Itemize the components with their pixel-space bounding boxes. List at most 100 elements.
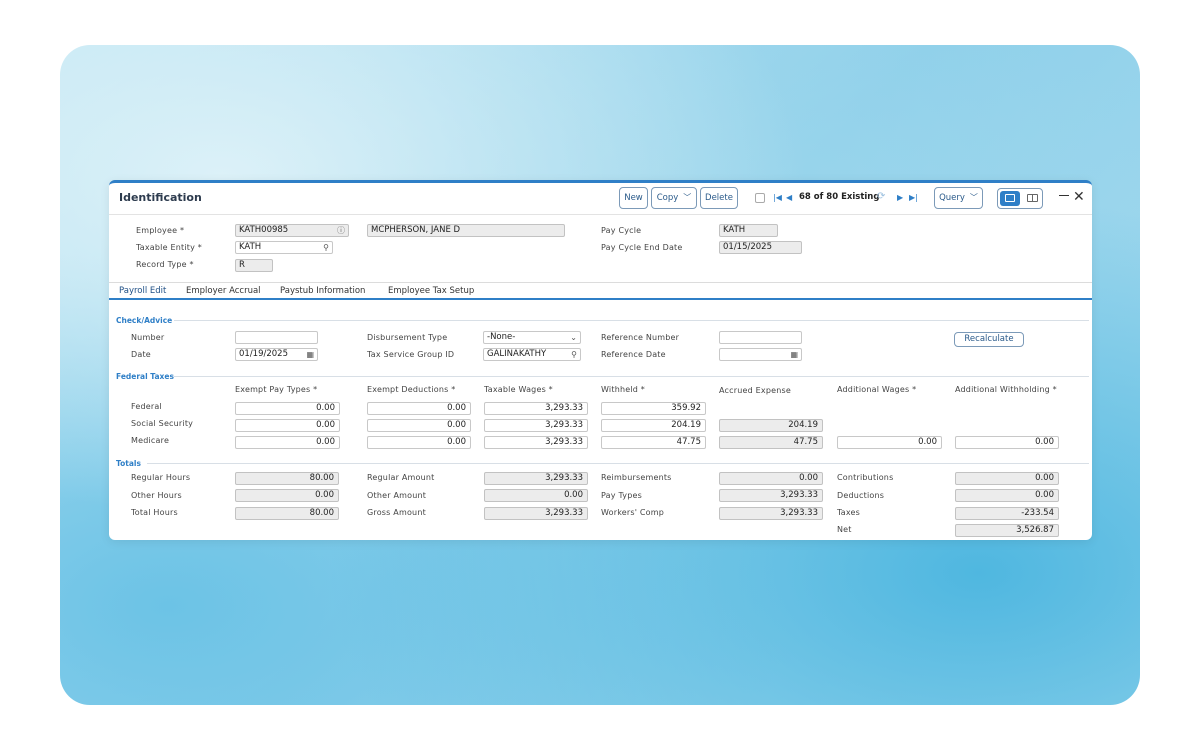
- federal-taxes-section: Federal Taxes: [116, 372, 174, 381]
- medicare-exempt-pay-field[interactable]: 0.00: [235, 436, 340, 449]
- section-divider: [147, 463, 1089, 464]
- pay-cycle-end-field: 01/15/2025: [719, 241, 802, 254]
- tab-payroll-edit[interactable]: Payroll Edit: [119, 286, 166, 296]
- pay-cycle-end-label: Pay Cycle End Date: [601, 243, 683, 252]
- workers-comp-field: 3,293.33: [719, 507, 823, 520]
- net-label: Net: [837, 525, 852, 534]
- query-button[interactable]: Query ﹀: [934, 187, 983, 209]
- reference-number-label: Reference Number: [601, 333, 680, 342]
- tax-service-group-field[interactable]: GALINAKATHY ⚲: [483, 348, 581, 361]
- info-icon[interactable]: ⓘ: [337, 225, 345, 236]
- ss-taxable-field[interactable]: 3,293.33: [484, 419, 588, 432]
- query-label: Query: [939, 193, 965, 203]
- medicare-accrued-field: 47.75: [719, 436, 823, 449]
- record-type-label: Record Type *: [136, 260, 194, 269]
- reference-date-field[interactable]: ▦: [719, 348, 802, 361]
- col-additional-wages: Additional Wages *: [837, 385, 917, 394]
- check-date-field[interactable]: 01/19/2025 ▦: [235, 348, 318, 361]
- row-federal-label: Federal: [131, 402, 162, 411]
- view-toggle: [997, 188, 1043, 209]
- federal-withheld-field[interactable]: 359.92: [601, 402, 706, 415]
- workers-comp-label: Workers' Comp: [601, 508, 665, 517]
- other-amount-field: 0.00: [484, 489, 588, 502]
- other-amount-label: Other Amount: [367, 491, 427, 500]
- reference-number-field[interactable]: [719, 331, 802, 344]
- delete-button[interactable]: Delete: [700, 187, 738, 209]
- federal-exempt-ded-field[interactable]: 0.00: [367, 402, 471, 415]
- date-label: Date: [131, 350, 151, 359]
- employee-id-field[interactable]: KATH00985 ⓘ: [235, 224, 349, 237]
- tab-bar: Payroll Edit Employer Accrual Paystub In…: [109, 282, 1092, 300]
- record-type-field[interactable]: R: [235, 259, 273, 272]
- pay-cycle-field: KATH: [719, 224, 778, 237]
- taxable-entity-field[interactable]: KATH ⚲: [235, 241, 333, 254]
- ss-exempt-ded-field[interactable]: 0.00: [367, 419, 471, 432]
- section-divider: [174, 376, 1089, 377]
- reimbursements-label: Reimbursements: [601, 473, 672, 482]
- tab-employee-tax-setup[interactable]: Employee Tax Setup: [388, 286, 474, 296]
- contributions-label: Contributions: [837, 473, 894, 482]
- total-hours-label: Total Hours: [131, 508, 178, 517]
- minimize-icon[interactable]: [1059, 186, 1069, 196]
- refresh-icon[interactable]: ⟳: [877, 191, 885, 202]
- previous-record-icon[interactable]: ◀: [786, 193, 792, 202]
- tab-employer-accrual[interactable]: Employer Accrual: [186, 286, 261, 296]
- gross-amount-field: 3,293.33: [484, 507, 588, 520]
- taxes-field: -233.54: [955, 507, 1059, 520]
- close-icon[interactable]: ✕: [1073, 187, 1085, 207]
- gross-amount-label: Gross Amount: [367, 508, 426, 517]
- employee-label: Employee *: [136, 226, 185, 235]
- net-field: 3,526.87: [955, 524, 1059, 537]
- pay-types-label: Pay Types: [601, 491, 642, 500]
- next-record-icon[interactable]: ▶: [897, 193, 903, 202]
- regular-amount-label: Regular Amount: [367, 473, 435, 482]
- window-title: Identification: [119, 191, 202, 204]
- medicare-add-withholding-field[interactable]: 0.00: [955, 436, 1059, 449]
- chevron-down-icon: ﹀: [683, 193, 692, 202]
- recalculate-button[interactable]: Recalculate: [954, 332, 1024, 347]
- new-button[interactable]: New: [619, 187, 648, 209]
- ss-accrued-field: 204.19: [719, 419, 823, 432]
- federal-taxable-field[interactable]: 3,293.33: [484, 402, 588, 415]
- col-exempt-deductions: Exempt Deductions *: [367, 385, 456, 394]
- disbursement-type-select[interactable]: -None- ⌄: [483, 331, 581, 344]
- row-social-security-label: Social Security: [131, 419, 194, 428]
- calendar-icon[interactable]: ▦: [306, 349, 314, 360]
- select-record-checkbox[interactable]: [755, 193, 765, 203]
- col-withheld: Withheld *: [601, 385, 646, 394]
- medicare-withheld-field[interactable]: 47.75: [601, 436, 706, 449]
- col-exempt-pay-types: Exempt Pay Types *: [235, 385, 318, 394]
- copy-label: Copy: [656, 193, 679, 203]
- federal-exempt-pay-field[interactable]: 0.00: [235, 402, 340, 415]
- totals-section: Totals: [116, 459, 141, 468]
- ss-exempt-pay-field[interactable]: 0.00: [235, 419, 340, 432]
- tax-service-group-label: Tax Service Group ID: [367, 350, 455, 359]
- contributions-field: 0.00: [955, 472, 1059, 485]
- title-bar: Identification New Copy ﹀ Delete |◀ ◀ 68 …: [109, 183, 1092, 215]
- grid-view-icon[interactable]: [1022, 191, 1042, 206]
- pay-types-field: 3,293.33: [719, 489, 823, 502]
- first-record-icon[interactable]: |◀: [773, 193, 782, 202]
- medicare-taxable-field[interactable]: 3,293.33: [484, 436, 588, 449]
- calendar-icon[interactable]: ▦: [790, 349, 798, 360]
- form-view-icon[interactable]: [1000, 191, 1020, 206]
- regular-hours-label: Regular Hours: [131, 473, 191, 482]
- col-taxable-wages: Taxable Wages *: [484, 385, 553, 394]
- chevron-down-icon: ⌄: [570, 333, 577, 342]
- medicare-exempt-ded-field[interactable]: 0.00: [367, 436, 471, 449]
- tab-paystub-information[interactable]: Paystub Information: [280, 286, 365, 296]
- pay-cycle-label: Pay Cycle: [601, 226, 642, 235]
- last-record-icon[interactable]: ▶|: [909, 193, 918, 202]
- col-additional-withholding: Additional Withholding *: [955, 385, 1057, 394]
- copy-button[interactable]: Copy ﹀: [651, 187, 697, 209]
- reference-date-label: Reference Date: [601, 350, 666, 359]
- medicare-add-wages-field[interactable]: 0.00: [837, 436, 942, 449]
- ss-withheld-field[interactable]: 204.19: [601, 419, 706, 432]
- check-number-field[interactable]: [235, 331, 318, 344]
- total-hours-field: 80.00: [235, 507, 339, 520]
- search-icon[interactable]: ⚲: [571, 349, 577, 360]
- search-icon[interactable]: ⚲: [323, 242, 329, 253]
- regular-amount-field: 3,293.33: [484, 472, 588, 485]
- chevron-down-icon: ﹀: [969, 193, 978, 202]
- col-accrued-expense: Accrued Expense: [719, 386, 791, 395]
